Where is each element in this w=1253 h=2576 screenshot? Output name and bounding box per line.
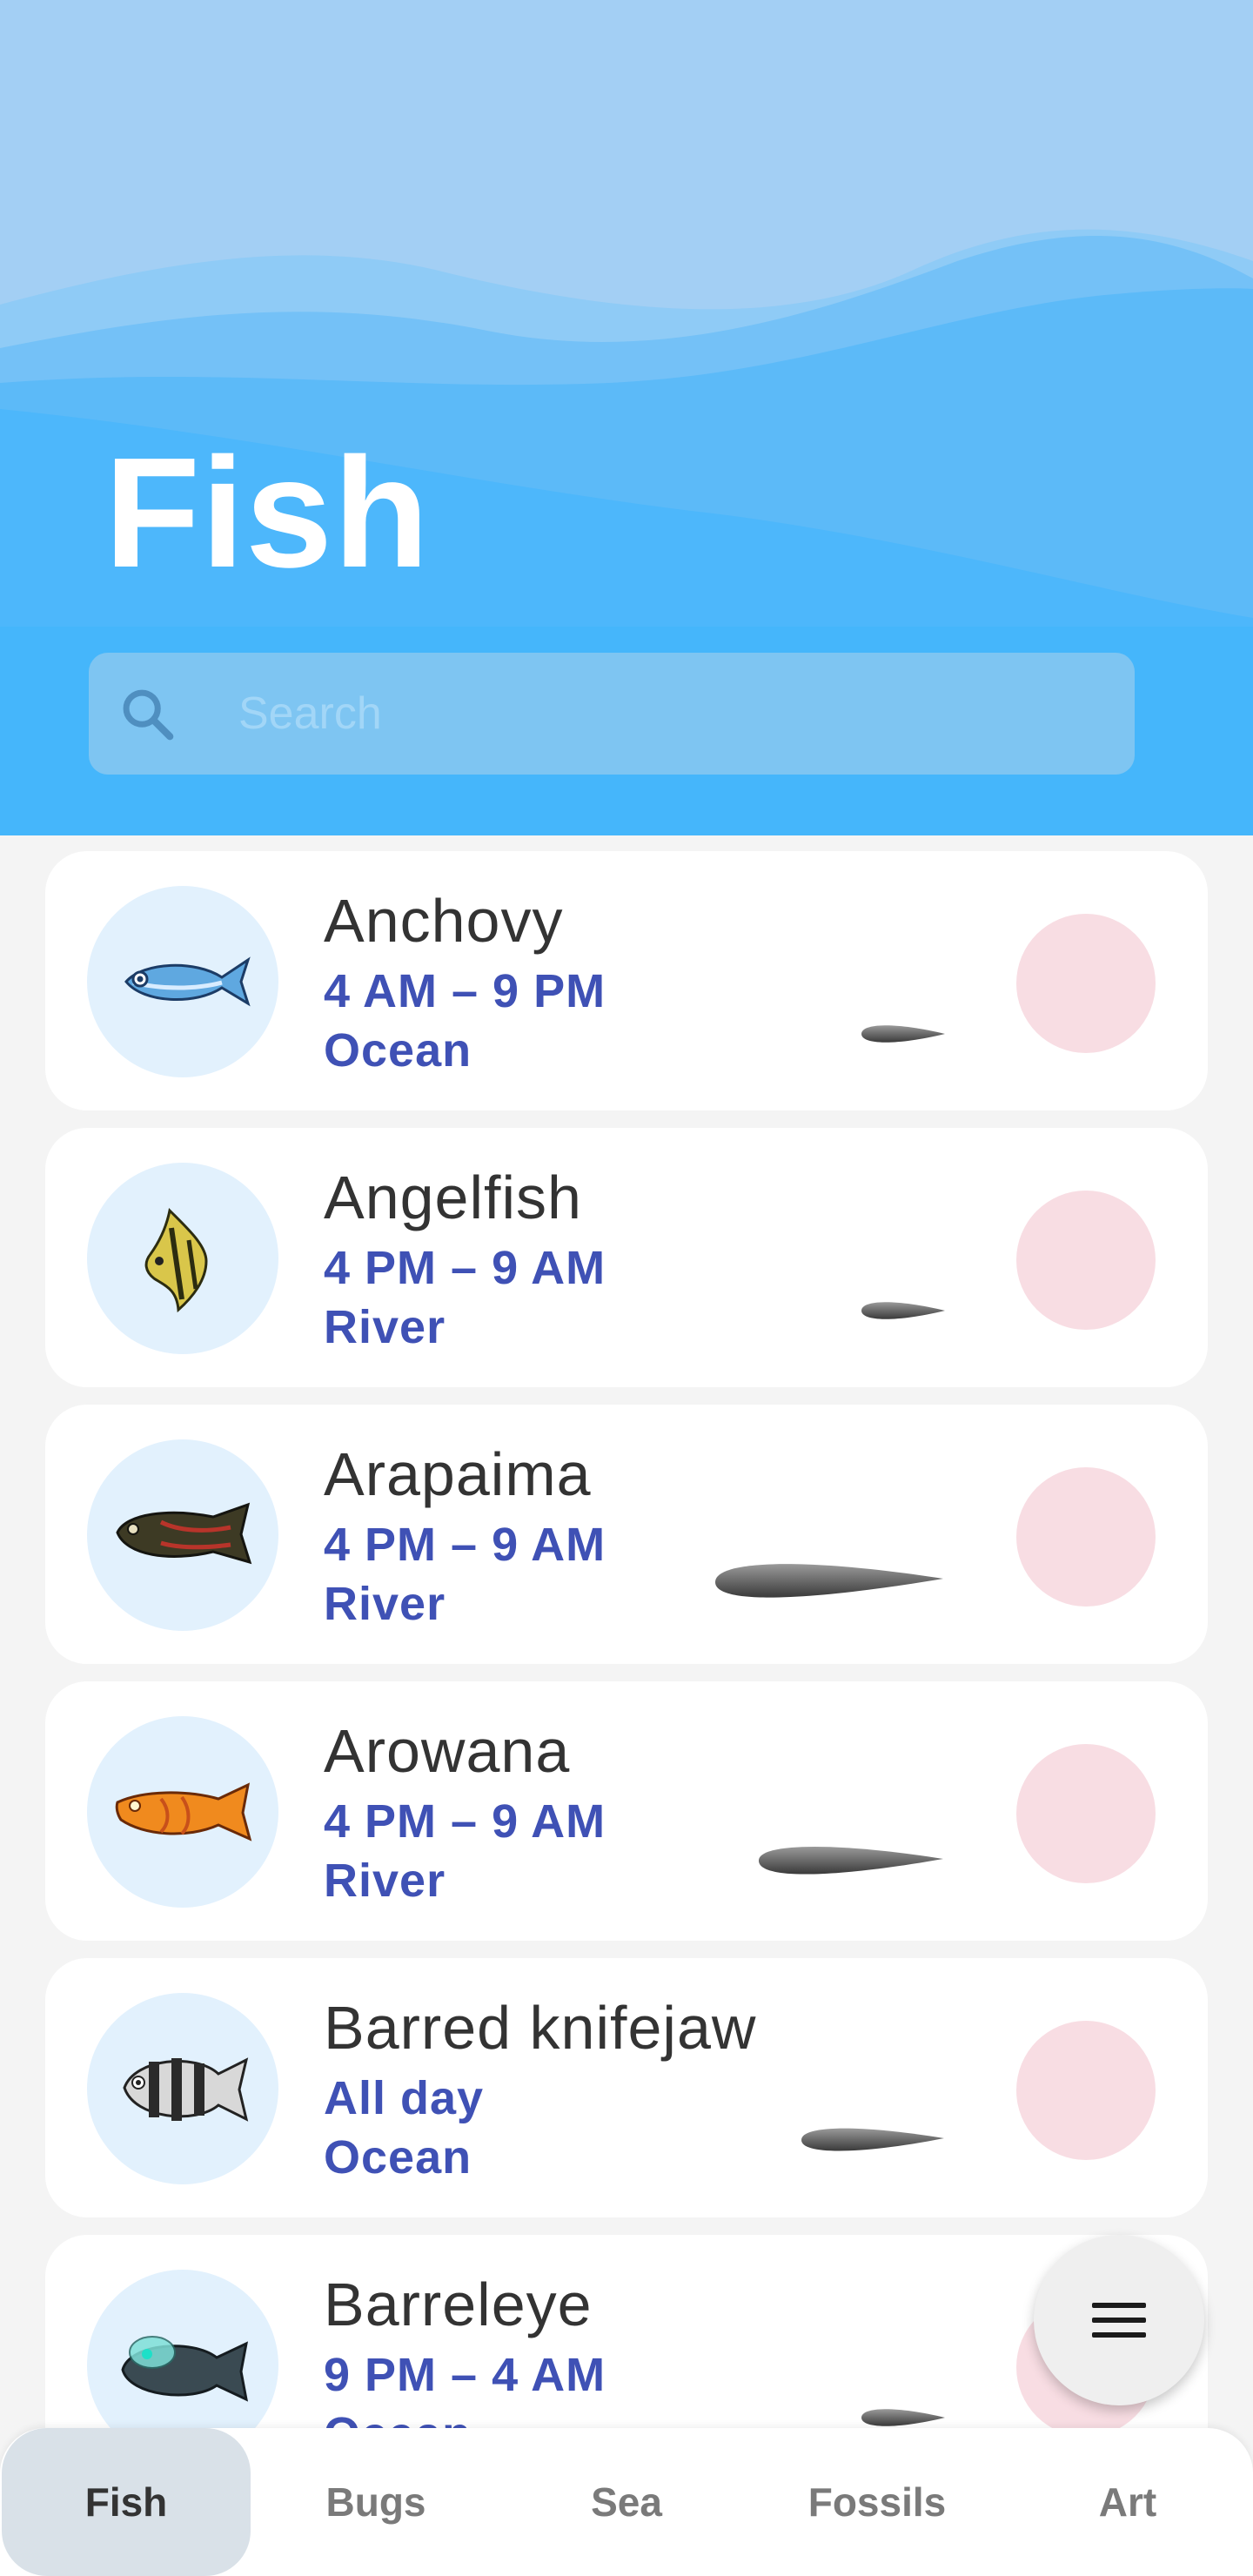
item-name: Barred knifejaw — [324, 1994, 757, 2062]
item-name: Anchovy — [324, 887, 564, 955]
item-time: All day — [324, 2072, 485, 2124]
list-item[interactable]: Arapaima 4 PM – 9 AM River — [45, 1405, 1208, 1664]
item-location: Ocean — [324, 1024, 472, 1077]
item-location: Ocean — [324, 2407, 472, 2428]
barred-knifejaw-icon — [123, 2057, 249, 2122]
search-input[interactable] — [238, 679, 1022, 748]
menu-button[interactable] — [1034, 2235, 1204, 2405]
shadow-size-icon — [759, 1846, 943, 1875]
list-item[interactable]: Angelfish 4 PM – 9 AM River — [45, 1128, 1208, 1387]
page-header: Fish — [0, 0, 1253, 835]
caught-toggle[interactable] — [1016, 1191, 1156, 1330]
shadow-size-icon — [861, 2409, 945, 2426]
barreleye-icon — [121, 2336, 249, 2402]
item-time: 4 PM – 9 AM — [324, 1795, 606, 1848]
shadow-size-icon — [861, 1302, 945, 1319]
item-location: River — [324, 1855, 446, 1907]
item-name: Arapaima — [324, 1440, 592, 1508]
list-item[interactable]: Anchovy 4 AM – 9 PM Ocean — [45, 851, 1208, 1110]
bottom-nav: Fish Bugs Sea Fossils Art — [0, 2428, 1253, 2576]
tab-sea[interactable]: Sea — [501, 2428, 752, 2576]
tab-art[interactable]: Art — [1002, 2428, 1253, 2576]
item-time: 9 PM – 4 AM — [324, 2349, 606, 2401]
page-title: Fish — [104, 426, 431, 600]
angelfish-icon — [144, 1207, 208, 1313]
tab-fossils[interactable]: Fossils — [752, 2428, 1002, 2576]
arowana-icon — [115, 1782, 252, 1841]
item-time: 4 AM – 9 PM — [324, 965, 606, 1017]
list-item[interactable]: Barreleye 9 PM – 4 AM Ocean — [45, 2235, 1208, 2428]
critter-list[interactable]: Anchovy 4 AM – 9 PM Ocean Angelfish 4 PM… — [0, 835, 1253, 2428]
thumbnail — [87, 1163, 278, 1354]
menu-icon — [1092, 2303, 1146, 2338]
anchovy-icon — [124, 956, 251, 1007]
search-icon — [123, 689, 174, 741]
item-name: Angelfish — [324, 1164, 582, 1231]
list-item[interactable]: Arowana 4 PM – 9 AM River — [45, 1681, 1208, 1941]
tab-bugs[interactable]: Bugs — [251, 2428, 501, 2576]
item-name: Arowana — [324, 1717, 571, 1785]
search-bar[interactable] — [89, 653, 1135, 775]
item-location: River — [324, 1301, 446, 1353]
list-item[interactable]: Barred knifejaw All day Ocean — [45, 1958, 1208, 2217]
caught-toggle[interactable] — [1016, 1744, 1156, 1883]
arapaima-icon — [116, 1502, 252, 1565]
item-time: 4 PM – 9 AM — [324, 1519, 606, 1571]
tab-fish[interactable]: Fish — [2, 2428, 251, 2576]
item-time: 4 PM – 9 AM — [324, 1242, 606, 1294]
thumbnail — [87, 1993, 278, 2184]
item-location: Ocean — [324, 2131, 472, 2184]
shadow-size-icon — [801, 2128, 944, 2151]
thumbnail — [87, 1439, 278, 1631]
thumbnail — [87, 2270, 278, 2428]
shadow-size-icon — [861, 1025, 945, 1043]
item-name: Barreleye — [324, 2271, 593, 2338]
caught-toggle[interactable] — [1016, 914, 1156, 1053]
item-location: River — [324, 1578, 446, 1630]
thumbnail — [87, 886, 278, 1077]
caught-toggle[interactable] — [1016, 1467, 1156, 1607]
caught-toggle[interactable] — [1016, 2021, 1156, 2160]
shadow-size-icon — [715, 1564, 943, 1598]
thumbnail — [87, 1716, 278, 1908]
